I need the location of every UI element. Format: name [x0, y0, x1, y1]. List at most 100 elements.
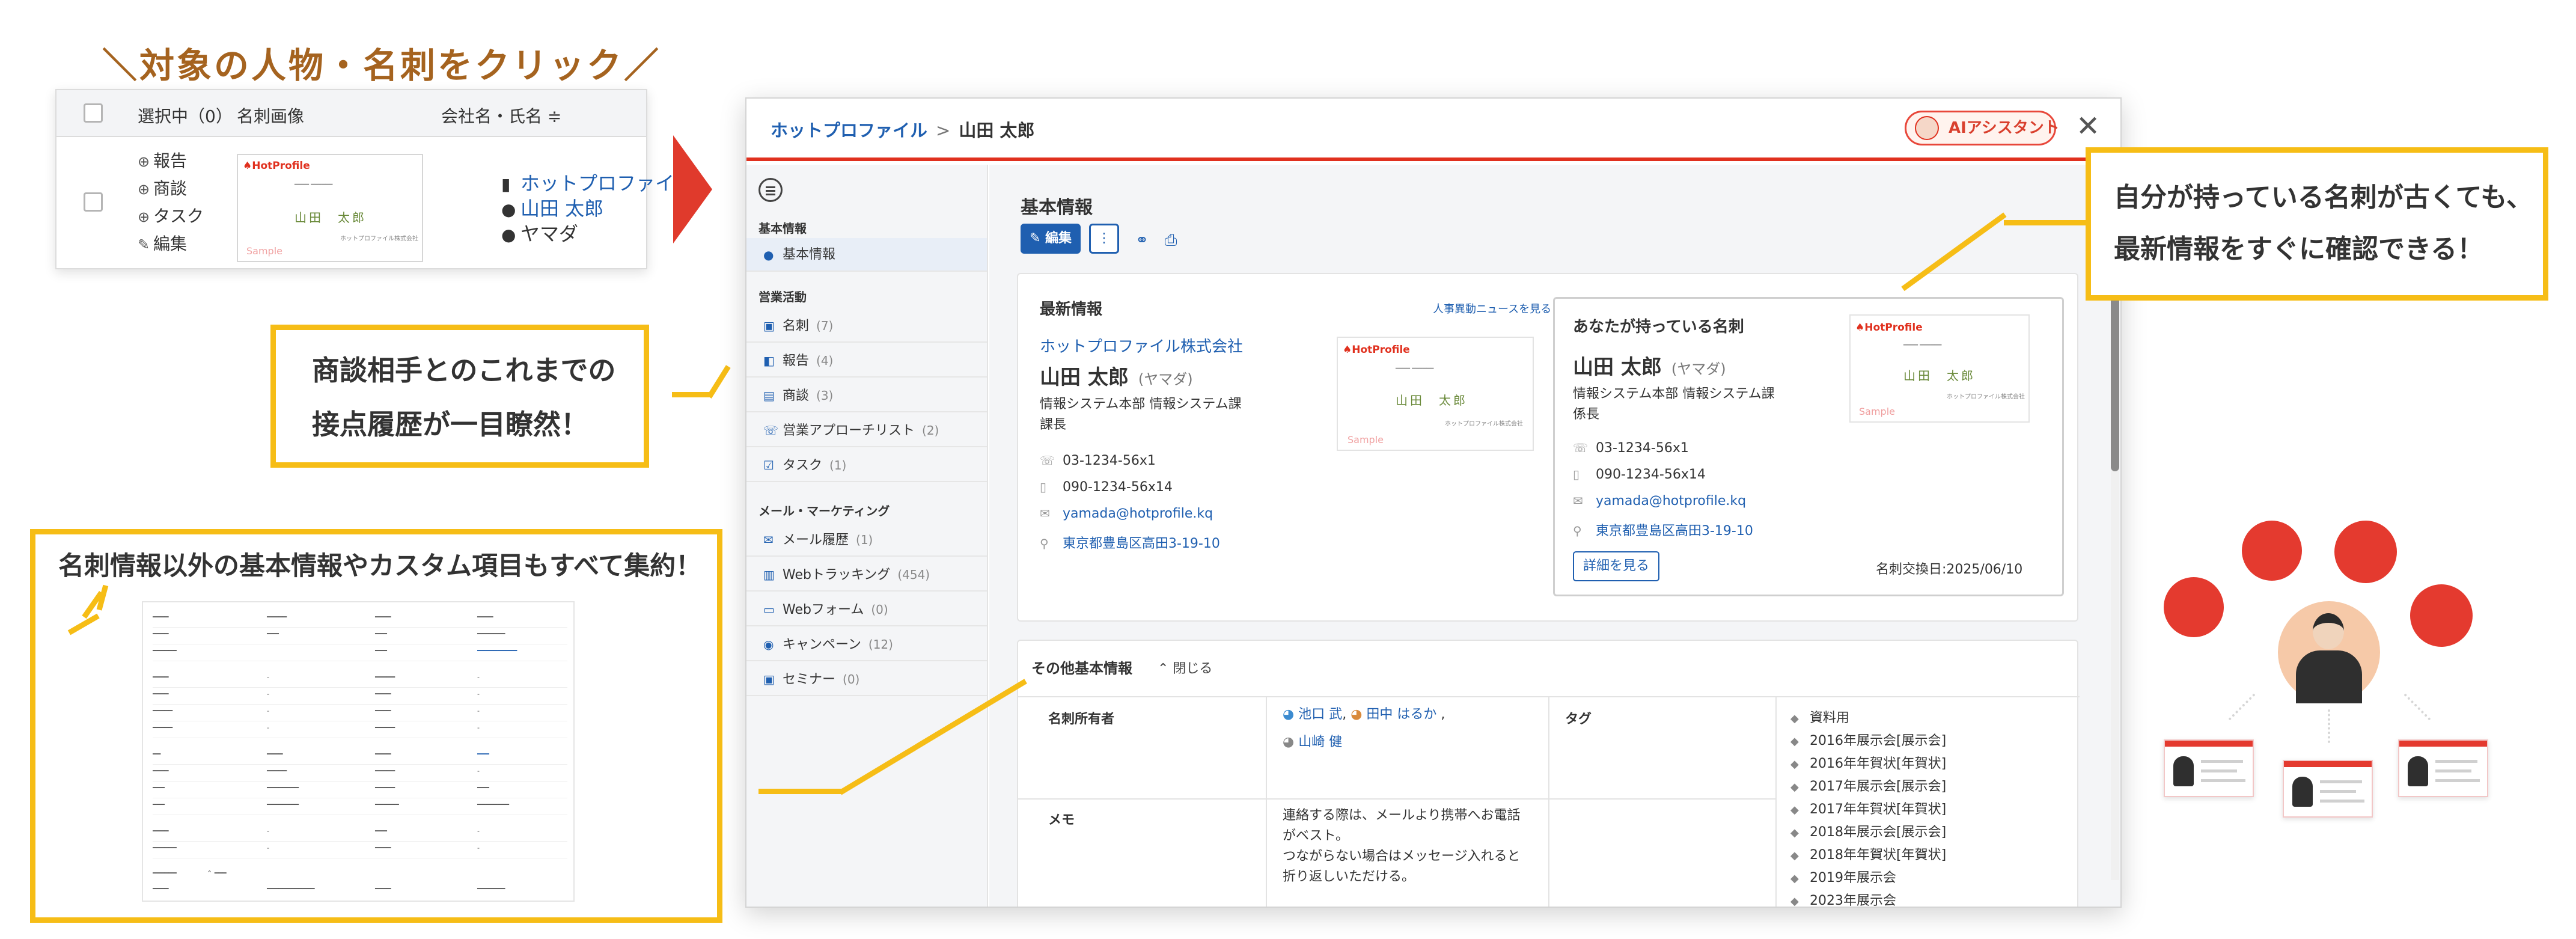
card-circle-icon	[2164, 577, 2224, 637]
callout-custom-text: 名刺情報以外の基本情報やカスタム項目もすべて集約！	[58, 551, 702, 581]
owned-phone: ☏ 03-1234-56x1	[1573, 441, 1689, 456]
other-info-panel: その他基本情報 ⌃ 閉じる 名刺所有者 ◕ 池口 武, ◕ 田中 はるか , ◕…	[1017, 640, 2080, 907]
memo-label: メモ	[1048, 813, 1075, 828]
avatar-icon: ◕	[1283, 735, 1295, 750]
sidebar-item-deals[interactable]: ▤ 商談 (3)	[746, 379, 987, 412]
owned-person-name: 山田 太郎 (ヤマダ)	[1573, 355, 1726, 379]
owned-department: 情報システム本部 情報システム課 係長	[1573, 387, 1775, 422]
tag-icon: ◆	[1790, 827, 1799, 839]
callout-latest: 自分が持っている名刺が古くても、 最新情報をすぐに確認できる！	[2086, 147, 2548, 301]
business-card-icon	[2164, 739, 2254, 797]
print-icon[interactable]: ⎙	[1159, 227, 1183, 257]
sidebar-item-web-tracking[interactable]: ▥ Webトラッキング (454)	[746, 558, 987, 592]
envelope-icon: ✉	[763, 533, 774, 547]
pencil-icon: ✎	[138, 236, 150, 253]
card-sample-watermark: Sample	[246, 245, 282, 257]
owner-link[interactable]: 池口 武	[1298, 707, 1342, 722]
action-deal[interactable]: ⊕ 商談	[138, 176, 187, 200]
sidebar-section-sales: 営業活動	[758, 290, 807, 304]
report-icon: ◧	[763, 353, 775, 368]
bar-chart-icon: ▥	[763, 567, 775, 582]
callout-history: 商談相手とのこれまでの 接点履歴が一目瞭然！	[270, 325, 649, 468]
person-link[interactable]: ● 山田 太郎	[501, 194, 603, 221]
avatar-icon: ◕	[1283, 707, 1295, 722]
owned-card-panel: あなたが持っている名刺 山田 太郎 (ヤマダ) 情報システム本部 情報システム課係…	[1553, 297, 2064, 596]
card-exchange-date: 名刺交換日:2025/06/10	[1876, 562, 2023, 577]
action-task[interactable]: ⊕ タスク	[138, 203, 204, 227]
phone-circle-icon	[2242, 521, 2302, 581]
more-menu-button[interactable]: ⋮	[1089, 224, 1119, 254]
view-details-button[interactable]: 詳細を見る	[1573, 551, 1659, 581]
business-card-thumbnail[interactable]: ♠HotProfile ━━━━ ━━━━━━ 山田 太郎 ホットプロファイル株…	[237, 154, 423, 262]
owned-email[interactable]: ✉ yamada@hotprofile.kq	[1573, 494, 1746, 509]
company-link[interactable]: ▮ ホットプロファイル	[501, 168, 694, 196]
location-pin-icon: ⚲	[1040, 536, 1049, 551]
sidebar-item-seminar[interactable]: ▣ セミナー (0)	[746, 662, 987, 696]
presentation-icon: ▣	[763, 672, 775, 687]
latest-info-title: 最新情報	[1040, 301, 1103, 319]
contact-list-preview: 選択中（0） 名刺画像 会社名・氏名 ≑ ⊕ 報告 ⊕ 商談 ⊕ タスク ✎ 編集 ♠H…	[55, 89, 694, 269]
sidebar-item-approach-list[interactable]: ☏ 営業アプローチリスト (2)	[746, 414, 987, 447]
personnel-news-link[interactable]: 人事異動ニュースを見る	[1433, 301, 1551, 316]
location-pin-icon: ⚲	[1573, 524, 1582, 538]
ai-assistant-avatar-icon	[1915, 116, 1939, 140]
sidebar-item-web-form[interactable]: ▭ Webフォーム (0)	[746, 593, 987, 626]
latest-person-name: 山田 太郎 (ヤマダ)	[1040, 366, 1193, 390]
select-all-checkbox[interactable]	[84, 103, 103, 123]
callout-latest-line2: 最新情報をすぐに確認できる！	[2114, 234, 2484, 265]
plus-circle-icon: ⊕	[138, 153, 150, 170]
owner-label: 名刺所有者	[1048, 712, 1115, 727]
tag-item: ◆ 2017年展示会[展示会]	[1790, 779, 1947, 794]
checklist-circle-icon	[2410, 584, 2473, 647]
breadcrumb-separator: >	[936, 120, 951, 141]
action-edit[interactable]: ✎ 編集	[138, 231, 187, 255]
edit-button[interactable]: ✎ 編集	[1021, 224, 1081, 254]
sidebar-item-campaign[interactable]: ◉ キャンペーン (12)	[746, 628, 987, 661]
scrollbar[interactable]	[2111, 219, 2119, 880]
breadcrumb-company-link[interactable]: ホットプロファイル	[771, 120, 927, 141]
hamburger-menu-icon[interactable]	[758, 178, 783, 202]
latest-phone: ☏ 03-1234-56x1	[1040, 453, 1156, 468]
col-company-name[interactable]: 会社名・氏名 ≑	[441, 103, 561, 127]
latest-address[interactable]: ⚲ 東京都豊島区高田3-19-10	[1040, 533, 1220, 552]
action-report[interactable]: ⊕ 報告	[138, 148, 187, 172]
breadcrumb-current: 山田 太郎	[959, 120, 1035, 141]
owner-link[interactable]: 山崎 健	[1298, 735, 1342, 750]
other-info-title: その他基本情報	[1031, 660, 1132, 677]
card-logo: ♠HotProfile	[243, 160, 310, 172]
tag-icon: ◆	[1790, 804, 1799, 816]
sidebar-item-mail-history[interactable]: ✉ メール履歴 (1)	[746, 523, 987, 557]
owned-card-title: あなたが持っている名刺	[1573, 318, 1744, 336]
memo-text: 連絡する際は、メールより携帯へお電話 がベスト。 つながらない場合はメッセージ入れる…	[1283, 808, 1521, 884]
sidebar-item-reports[interactable]: ◧ 報告 (4)	[746, 344, 987, 378]
tag-item: ◆ 2016年年賀状[年賀状]	[1790, 756, 1947, 771]
callout-history-line1: 商談相手とのこれまでの	[312, 354, 616, 387]
connector-line	[672, 392, 710, 397]
business-card-icon	[2283, 760, 2373, 818]
latest-business-card-image[interactable]: ♠HotProfile ━━━━ ━━━━━━ 山田 太郎 ホットプロファイル株…	[1337, 337, 1534, 451]
ai-assistant-button[interactable]: AIアシスタント	[1905, 111, 2060, 145]
latest-email[interactable]: ✉ yamada@hotprofile.kq	[1040, 506, 1213, 521]
latest-company-link[interactable]: ホットプロファイル株式会社	[1040, 334, 1243, 356]
list-header: 選択中（0） 名刺画像 会社名・氏名 ≑	[56, 90, 646, 137]
right-arrow-icon	[673, 135, 712, 243]
owned-address[interactable]: ⚲ 東京都豊島区高田3-19-10	[1573, 520, 1753, 539]
latest-mobile: ▯ 090-1234-56x14	[1040, 480, 1173, 495]
tag-icon: ◆	[1790, 735, 1799, 748]
sidebar-item-cards[interactable]: ▣ 名刺 (7)	[746, 309, 987, 343]
row-checkbox[interactable]	[84, 192, 103, 212]
owned-business-card-image[interactable]: ♠HotProfile ━━━━ ━━━━━━ 山田 太郎 ホットプロファイル株…	[1849, 314, 2030, 423]
close-icon[interactable]: ✕	[2076, 109, 2100, 143]
tag-icon: ◆	[1790, 758, 1799, 771]
sidebar-item-basic-info[interactable]: ● 基本情報	[746, 238, 987, 272]
card-name: 山田 太郎	[295, 210, 367, 225]
person-icon: ●	[763, 248, 774, 262]
collapse-toggle[interactable]: ⌃ 閉じる	[1158, 658, 1212, 677]
mobile-icon: ▯	[1573, 467, 1580, 482]
tag-item: ◆ 2018年展示会[展示会]	[1790, 825, 1947, 840]
sidebar-item-tasks[interactable]: ☑ タスク (1)	[746, 448, 987, 482]
form-icon: ▭	[763, 602, 775, 617]
link-icon[interactable]: ⚭	[1130, 227, 1154, 257]
owner-link[interactable]: 田中 はるか	[1366, 707, 1436, 722]
owned-mobile: ▯ 090-1234-56x14	[1573, 467, 1706, 482]
